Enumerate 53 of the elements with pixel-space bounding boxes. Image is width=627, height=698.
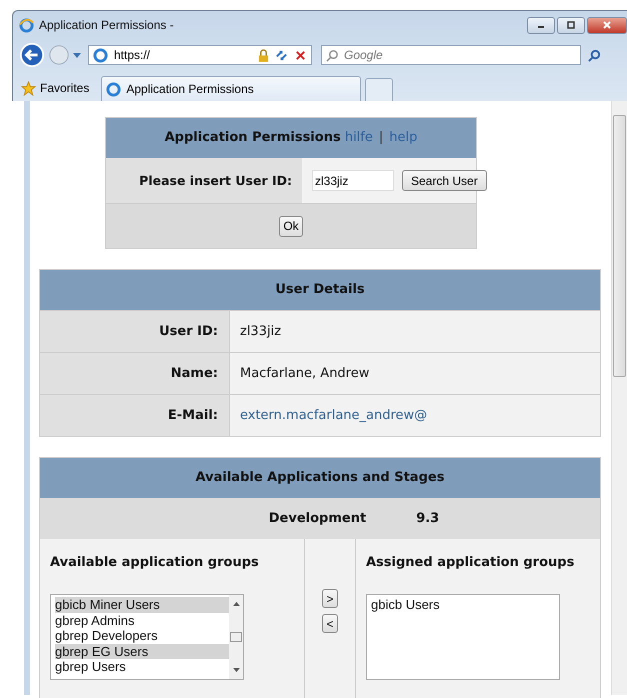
minimize-button[interactable] xyxy=(527,16,555,34)
separator: | xyxy=(378,130,384,145)
list-item[interactable]: gbicb Users xyxy=(371,597,559,612)
field-label: User ID: xyxy=(159,324,218,339)
column-title: Available application groups xyxy=(50,555,260,570)
ok-button[interactable]: Ok xyxy=(279,216,303,236)
stage-name: Development xyxy=(268,511,366,526)
field-label: Name: xyxy=(170,366,218,381)
browser-tab[interactable]: Application Permissions xyxy=(101,76,362,101)
dropdown-arrow-icon[interactable] xyxy=(73,51,81,59)
search-user-button[interactable]: Search User xyxy=(402,170,487,191)
lock-icon xyxy=(258,48,269,62)
back-button[interactable] xyxy=(19,42,45,68)
scroll-up-icon[interactable] xyxy=(232,601,240,606)
field-label: E-Mail: xyxy=(168,408,218,423)
search-icon[interactable] xyxy=(588,48,601,62)
favorites-button[interactable]: Favorites xyxy=(19,75,98,101)
page-scrollbar[interactable] xyxy=(611,101,627,695)
stop-icon[interactable] xyxy=(294,48,307,62)
list-item[interactable]: gbicb Miner Users xyxy=(55,597,229,612)
restore-button[interactable] xyxy=(557,16,585,34)
field-label: Please insert User ID: xyxy=(106,158,302,203)
address-text: https:// xyxy=(114,48,152,62)
scroll-thumb[interactable] xyxy=(230,632,242,642)
restore-icon xyxy=(566,20,576,30)
remove-button[interactable]: < xyxy=(322,614,338,633)
address-bar[interactable]: https:// xyxy=(88,45,312,65)
list-item[interactable]: gbrep Users xyxy=(55,659,229,674)
panel-title: User Details xyxy=(275,282,365,297)
panel-title: Available Applications and Stages xyxy=(196,470,444,485)
close-button[interactable] xyxy=(587,16,627,34)
scroll-down-icon[interactable] xyxy=(232,668,240,673)
user-id-field[interactable]: zl33jiz xyxy=(312,170,394,191)
email-link[interactable]: extern.macfarlane_andrew@ xyxy=(240,408,428,423)
field-value: zl33jiz xyxy=(240,324,282,339)
scrollbar[interactable] xyxy=(229,595,243,679)
search-icon xyxy=(326,49,339,62)
search-field[interactable]: Google xyxy=(321,45,581,65)
available-groups-list[interactable]: gbicb Miner Users gbrep Admins gbrep Developers gbrep EG Users gbrep Users xyxy=(50,594,244,680)
list-item[interactable]: gbrep EG Users xyxy=(55,644,229,659)
list-item[interactable]: gbrep Admins xyxy=(55,612,229,628)
assigned-groups-list[interactable]: gbicb Users xyxy=(366,594,560,680)
window-title: Application Permissions - xyxy=(39,18,174,32)
close-icon xyxy=(602,20,612,30)
stage-version: 9.3 xyxy=(416,511,440,526)
list-item[interactable]: gbrep Developers xyxy=(55,628,229,644)
star-icon xyxy=(21,80,36,96)
browser-logo-icon xyxy=(19,18,34,32)
column-title: Assigned application groups xyxy=(366,555,576,570)
refresh-icon[interactable] xyxy=(275,48,288,62)
panel-title: Application Permissions xyxy=(164,130,341,145)
field-value: Macfarlane, Andrew xyxy=(240,366,370,381)
add-button[interactable]: > xyxy=(322,589,338,608)
